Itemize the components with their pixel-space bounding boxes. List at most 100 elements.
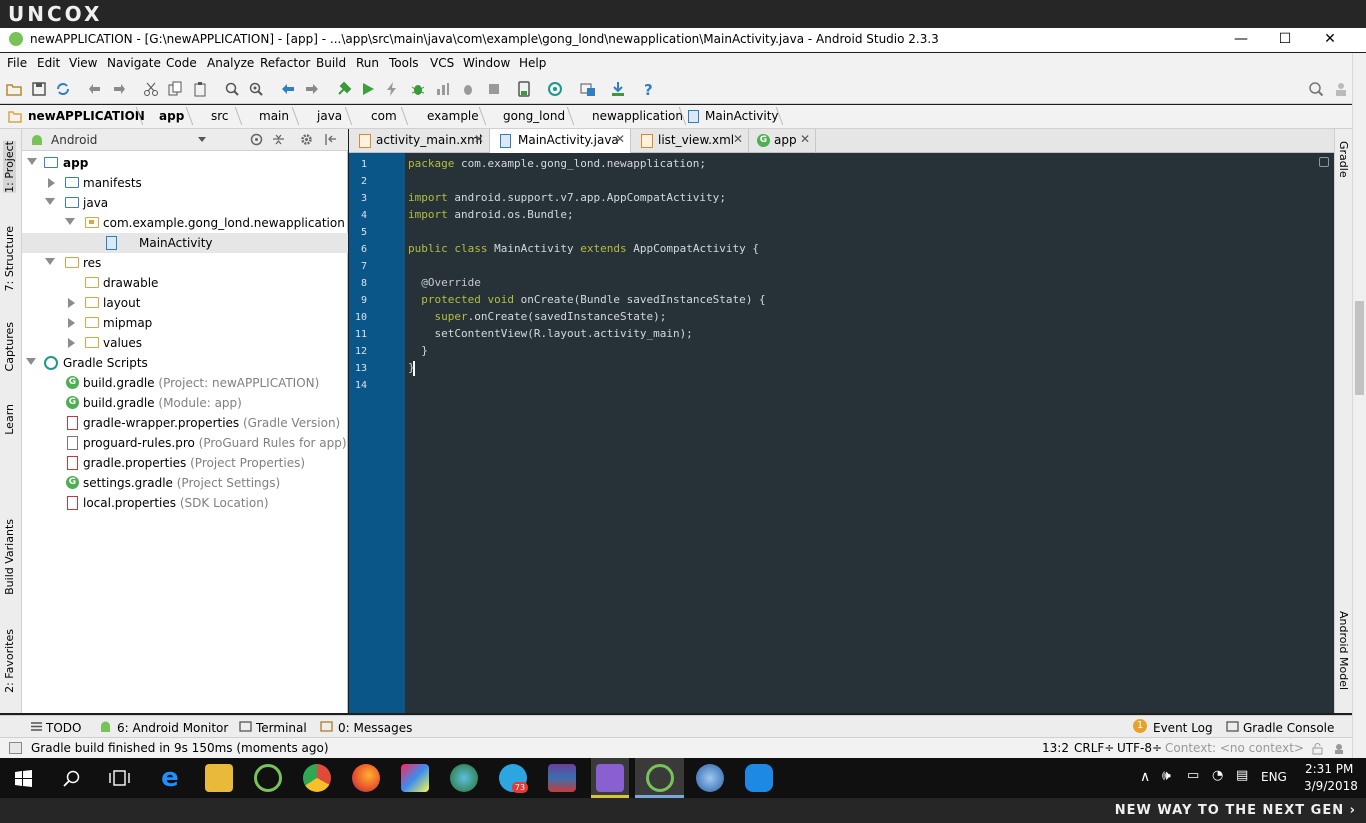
replace-icon[interactable] bbox=[248, 81, 264, 97]
tool-terminal[interactable]: Terminal bbox=[256, 721, 307, 735]
tree-item-local-properties[interactable]: local.properties (SDK Location) bbox=[22, 493, 348, 513]
scrollbar-thumb[interactable] bbox=[1355, 301, 1364, 395]
cut-icon[interactable] bbox=[143, 81, 159, 97]
search-everywhere-icon[interactable] bbox=[1308, 81, 1324, 97]
tree-item-proguard[interactable]: proguard-rules.pro (ProGuard Rules for a… bbox=[22, 433, 348, 453]
tree-item-drawable[interactable]: drawable bbox=[22, 273, 348, 293]
stop-icon[interactable] bbox=[486, 81, 502, 97]
code-editor[interactable]: package com.example.gong_lond.newapplica… bbox=[405, 153, 1334, 713]
tree-item-gradle-wrapper[interactable]: gradle-wrapper.properties (Gradle Versio… bbox=[22, 413, 348, 433]
tree-item-layout[interactable]: layout bbox=[22, 293, 348, 313]
tool-tab-favorites[interactable]: 2: Favorites bbox=[3, 629, 16, 693]
intellij-idea-icon[interactable] bbox=[401, 764, 429, 792]
tool-tab-project[interactable]: 1: Project bbox=[3, 141, 16, 193]
tool-gradle-console[interactable]: Gradle Console bbox=[1243, 721, 1334, 735]
menu-tools[interactable]: Tools bbox=[389, 56, 419, 70]
menu-code[interactable]: Code bbox=[166, 56, 197, 70]
tool-event-log[interactable]: Event Log bbox=[1153, 721, 1213, 735]
tree-item-java[interactable]: java bbox=[22, 193, 348, 213]
clock-time[interactable]: 2:31 PM bbox=[1305, 762, 1353, 776]
tab-app[interactable]: G app ✕ bbox=[749, 129, 816, 153]
tab-list-view-xml[interactable]: list_view.xml ✕ bbox=[631, 129, 749, 153]
tree-item-package[interactable]: com.example.gong_lond.newapplication bbox=[22, 213, 348, 233]
project-structure-icon[interactable] bbox=[580, 81, 596, 97]
firefox-icon[interactable] bbox=[352, 764, 380, 792]
hide-panel-icon[interactable] bbox=[324, 133, 337, 146]
caret-position[interactable]: 13:2 bbox=[1042, 741, 1069, 755]
tree-item-values[interactable]: values bbox=[22, 333, 348, 353]
notification-icon[interactable]: ▤ bbox=[1236, 768, 1248, 783]
menu-help[interactable]: Help bbox=[519, 56, 546, 70]
user-icon[interactable] bbox=[1333, 81, 1349, 97]
chevron-down-icon[interactable] bbox=[198, 137, 206, 142]
sync-icon[interactable] bbox=[55, 81, 71, 97]
chrome-icon[interactable] bbox=[303, 764, 331, 792]
breadcrumb-newapplication[interactable]: newapplication bbox=[592, 109, 683, 123]
forward-icon[interactable] bbox=[304, 81, 320, 97]
back-icon[interactable] bbox=[280, 81, 296, 97]
scroll-from-source-icon[interactable] bbox=[250, 133, 263, 146]
tab-mainactivity-java[interactable]: MainActivity.java ✕ bbox=[490, 129, 631, 153]
clock-date[interactable]: 3/9/2018 bbox=[1304, 779, 1358, 793]
status-message[interactable]: Gradle build finished in 9s 150ms (momen… bbox=[31, 741, 329, 755]
network-app-icon[interactable] bbox=[696, 764, 724, 792]
inspection-indicator-icon[interactable] bbox=[1319, 157, 1329, 167]
gear-icon[interactable] bbox=[300, 133, 313, 146]
menu-view[interactable]: View bbox=[69, 56, 97, 70]
redo-icon[interactable] bbox=[111, 81, 127, 97]
visual-studio-icon[interactable] bbox=[596, 764, 624, 792]
run-icon[interactable] bbox=[360, 81, 376, 97]
tool-tab-learn[interactable]: Learn bbox=[3, 404, 16, 435]
tree-item-settings-gradle[interactable]: G settings.gradle (Project Settings) bbox=[22, 473, 348, 493]
breadcrumb-project[interactable]: newAPPLICATION bbox=[28, 109, 145, 123]
sync-gradle-icon[interactable] bbox=[547, 81, 563, 97]
tab-close-icon[interactable]: ✕ bbox=[615, 132, 625, 146]
debug-icon[interactable] bbox=[410, 81, 426, 97]
tool-tab-gradle[interactable]: Gradle bbox=[1337, 141, 1350, 178]
find-icon[interactable] bbox=[224, 81, 240, 97]
menu-navigate[interactable]: Navigate bbox=[107, 56, 161, 70]
tree-item-gradle-properties[interactable]: gradle.properties (Project Properties) bbox=[22, 453, 348, 473]
tree-item-app[interactable]: app bbox=[22, 153, 348, 173]
tree-item-mainactivity[interactable]: MainActivity bbox=[22, 233, 348, 253]
undo-icon[interactable] bbox=[87, 81, 103, 97]
breadcrumb-example[interactable]: example bbox=[427, 109, 479, 123]
wifi-icon[interactable]: ◔ bbox=[1212, 768, 1223, 783]
input-language[interactable]: ENG bbox=[1261, 770, 1287, 784]
tool-tab-structure[interactable]: 7: Structure bbox=[3, 226, 16, 291]
sdk-manager-icon[interactable] bbox=[610, 81, 626, 97]
tree-item-manifests[interactable]: manifests bbox=[22, 173, 348, 193]
tab-activity-main-xml[interactable]: activity_main.xml ✕ bbox=[349, 129, 490, 153]
tree-item-build-gradle-project[interactable]: G build.gradle (Project: newAPPLICATION) bbox=[22, 373, 348, 393]
make-project-icon[interactable] bbox=[336, 81, 352, 97]
apply-changes-icon[interactable] bbox=[384, 81, 400, 97]
menu-edit[interactable]: Edit bbox=[37, 56, 60, 70]
profile-icon[interactable] bbox=[435, 81, 451, 97]
tool-todo[interactable]: TODO bbox=[46, 721, 81, 735]
tab-close-icon[interactable]: ✕ bbox=[800, 132, 810, 146]
lock-icon[interactable] bbox=[1312, 742, 1323, 755]
paste-icon[interactable] bbox=[192, 81, 208, 97]
tool-tab-captures[interactable]: Captures bbox=[3, 322, 16, 371]
breadcrumb-mainactivity[interactable]: MainActivity bbox=[705, 109, 779, 123]
tree-item-gradle-scripts[interactable]: Gradle Scripts bbox=[22, 353, 348, 373]
tool-messages[interactable]: 0: Messages bbox=[338, 721, 412, 735]
winrar-icon[interactable] bbox=[548, 764, 576, 792]
android-studio-taskbar-icon[interactable] bbox=[254, 764, 282, 792]
collapse-all-icon[interactable] bbox=[272, 133, 285, 146]
tab-close-icon[interactable]: ✕ bbox=[733, 132, 743, 146]
android-studio-active-icon[interactable] bbox=[646, 764, 674, 792]
breadcrumb-src[interactable]: src bbox=[211, 109, 229, 123]
volume-icon[interactable]: 🕪 bbox=[1162, 768, 1171, 784]
tool-tab-build-variants[interactable]: Build Variants bbox=[3, 519, 16, 595]
menu-analyze[interactable]: Analyze bbox=[207, 56, 254, 70]
breadcrumb-com[interactable]: com bbox=[371, 109, 397, 123]
tray-expand-icon[interactable]: ∧ bbox=[1140, 769, 1150, 785]
globe-app-icon[interactable] bbox=[450, 764, 478, 792]
close-button[interactable]: ✕ bbox=[1307, 28, 1353, 52]
tree-item-mipmap[interactable]: mipmap bbox=[22, 313, 348, 333]
breadcrumb-gong-lond[interactable]: gong_lond bbox=[503, 109, 565, 123]
menu-window[interactable]: Window bbox=[463, 56, 510, 70]
menu-build[interactable]: Build bbox=[316, 56, 346, 70]
avd-manager-icon[interactable] bbox=[516, 81, 532, 97]
